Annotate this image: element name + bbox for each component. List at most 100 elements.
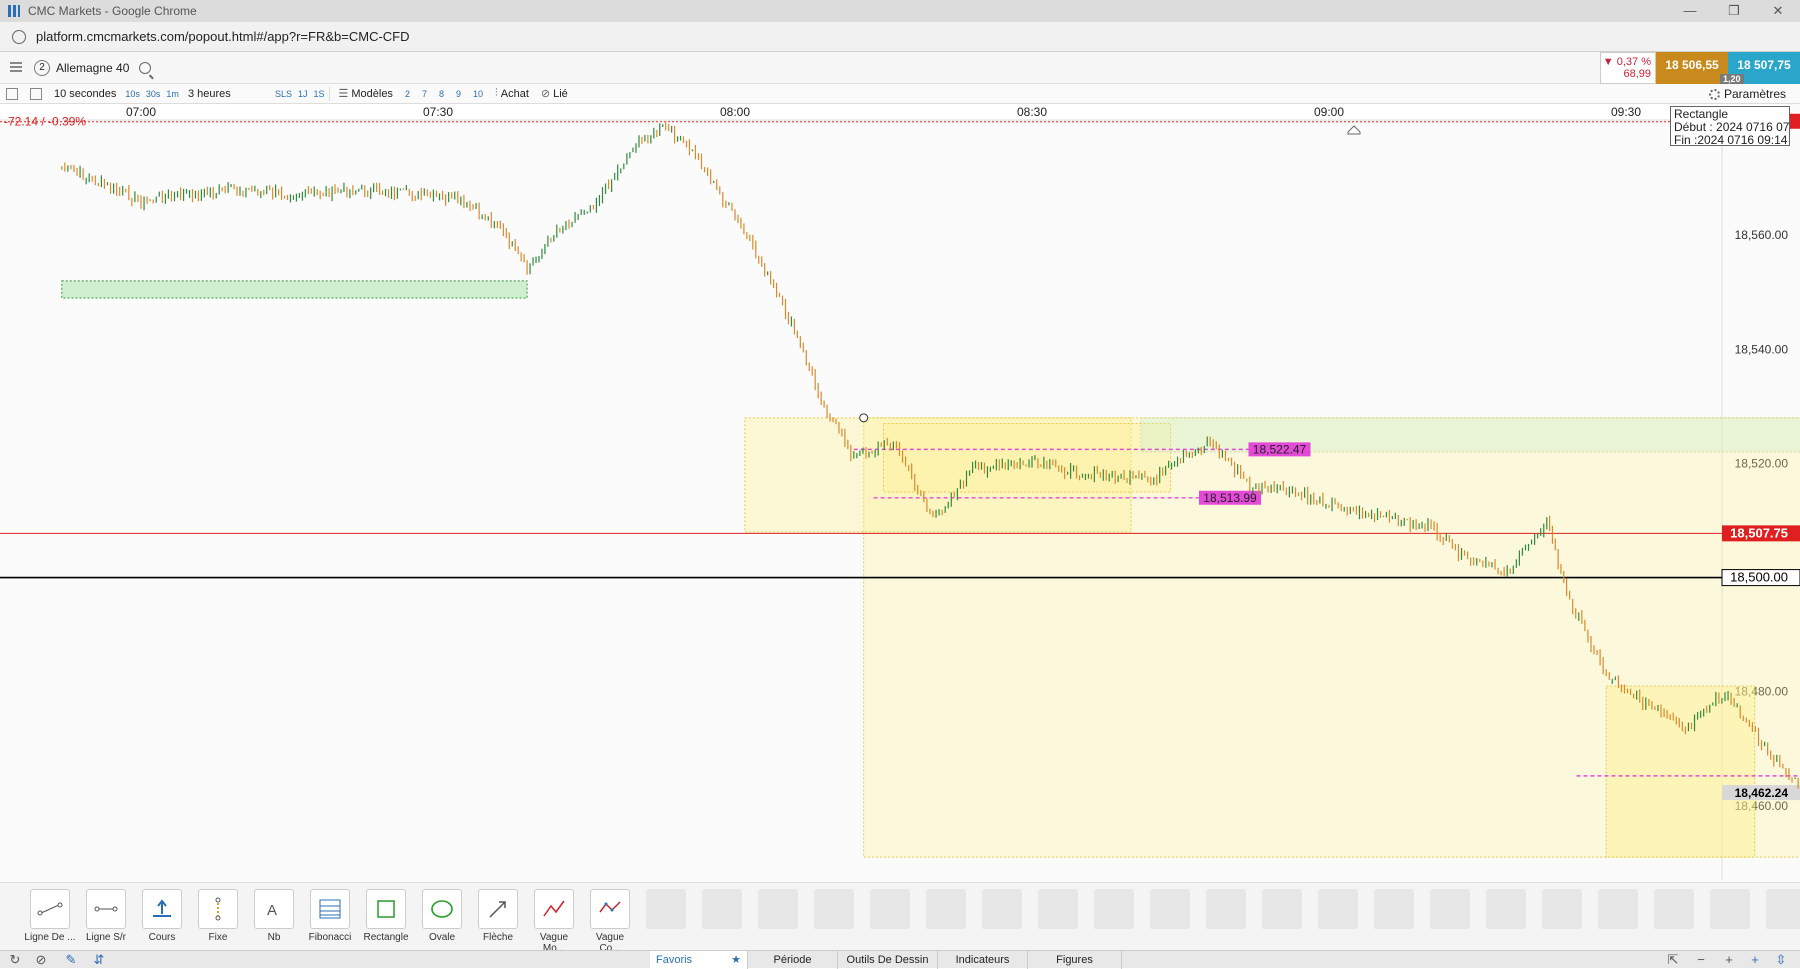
search-icon[interactable]	[139, 62, 152, 74]
close-button[interactable]: ✕	[1756, 0, 1800, 22]
tool-rectangle[interactable]: Rectangle	[360, 889, 412, 943]
zoom-out-icon[interactable]: −	[1694, 953, 1708, 967]
tab-favorites-label: Favoris	[656, 954, 693, 966]
window-title: CMC Markets - Google Chrome	[28, 4, 197, 18]
tool-price-line[interactable]: Cours	[136, 889, 188, 943]
crosshair-icon[interactable]: +	[1748, 953, 1762, 967]
link-label: Lié	[553, 87, 568, 100]
empty-tool-slot[interactable]	[864, 889, 916, 929]
empty-tool-slot[interactable]	[920, 889, 972, 929]
tab-indicators[interactable]: Indicateurs	[938, 951, 1028, 969]
tool-label: Rectangle	[363, 932, 409, 943]
tool-sr-line[interactable]: Ligne S/r	[80, 889, 132, 943]
range-sls[interactable]: SLS	[272, 89, 295, 99]
spread-badge: 1,20	[1720, 74, 1744, 84]
empty-tool-slot[interactable]	[752, 889, 804, 929]
site-settings-icon[interactable]	[12, 29, 26, 44]
price-chart[interactable]: 07:0007:3008:0008:3009:0009:3010:0018,56…	[0, 104, 1800, 882]
clear-icon[interactable]: ⊘	[34, 953, 48, 967]
tool-label: Ligne S/r	[85, 932, 127, 943]
zoom-reset-icon[interactable]: ⇱	[1666, 953, 1680, 967]
tool-oval[interactable]: Ovale	[416, 889, 468, 943]
tab-favorites[interactable]: Favoris ★	[650, 951, 748, 969]
templates-button[interactable]: ☰ Modèles	[332, 84, 398, 104]
zone-rectangle	[1605, 685, 1756, 858]
list-view-button[interactable]	[0, 84, 24, 104]
oval-icon	[422, 889, 462, 929]
template-slot-8[interactable]: 8	[433, 89, 450, 99]
empty-tool-slot[interactable]	[696, 889, 748, 929]
template-slot-7[interactable]: 7	[416, 89, 433, 99]
chart-canvas[interactable]: 07:0007:3008:0008:3009:0009:3010:0018,56…	[0, 104, 1800, 882]
tab-drawing-tools[interactable]: Outils De Dessin	[838, 951, 938, 969]
range-1j[interactable]: 1J	[295, 89, 311, 99]
empty-tool-slot[interactable]	[1592, 889, 1644, 929]
tool-motive-wave[interactable]: Vague Mo...	[528, 889, 580, 954]
empty-slot-box	[758, 889, 798, 929]
pencil-icon[interactable]: ✎	[64, 953, 78, 967]
instrument-name[interactable]: Allemagne 40	[56, 61, 129, 75]
empty-tool-slot[interactable]	[1536, 889, 1588, 929]
range-dropdown[interactable]: 3 heures	[182, 84, 272, 104]
tool-label: Nb	[267, 932, 281, 943]
empty-tool-slot[interactable]	[1648, 889, 1700, 929]
address-bar[interactable]: platform.cmcmarkets.com/popout.html#/app…	[0, 22, 1800, 52]
templates-label: Modèles	[351, 87, 393, 100]
refresh-icon[interactable]: ↻	[8, 953, 22, 967]
tool-label: Fixe	[208, 932, 228, 943]
drawing-mode-icon[interactable]: ⇵	[92, 953, 106, 967]
empty-tool-slot[interactable]	[976, 889, 1028, 929]
interval-1m[interactable]: 1m	[163, 89, 182, 99]
divider	[329, 86, 331, 101]
tool-corrective-wave[interactable]: Vague Co...	[584, 889, 636, 954]
range-1s[interactable]: 1S	[310, 89, 327, 99]
empty-tool-slot[interactable]	[1088, 889, 1140, 929]
zoom-in-icon[interactable]: +	[1722, 953, 1736, 967]
menu-icon[interactable]	[10, 62, 22, 72]
support-zone-rectangle	[61, 280, 528, 299]
empty-slot-box	[1766, 889, 1800, 929]
minimize-button[interactable]: —	[1668, 0, 1712, 22]
layout-button[interactable]	[24, 84, 48, 104]
instrument-selector[interactable]: 2 Allemagne 40	[34, 58, 152, 78]
buy-button[interactable]: 18 507,75 1,20	[1720, 52, 1800, 84]
buy-chart-button[interactable]: ⫶ Achat	[489, 84, 535, 104]
empty-slot-box	[982, 889, 1022, 929]
settings-label: Paramètres	[1723, 87, 1786, 101]
tool-fixed-line[interactable]: Fixe	[192, 889, 244, 943]
empty-tool-slot[interactable]	[640, 889, 692, 929]
tool-trend-line[interactable]: Ligne De ...	[24, 889, 76, 943]
tool-fibonacci[interactable]: Fibonacci	[304, 889, 356, 943]
tool-arrow[interactable]: Flèche	[472, 889, 524, 943]
tab-figures[interactable]: Figures	[1028, 951, 1122, 969]
empty-tool-slot[interactable]	[1144, 889, 1196, 929]
settings-button[interactable]: Paramètres	[1708, 84, 1786, 104]
empty-slot-box	[1710, 889, 1750, 929]
interval-30s[interactable]: 30s	[143, 89, 164, 99]
empty-tool-slot[interactable]	[1480, 889, 1532, 929]
restore-button[interactable]: ❐	[1712, 0, 1756, 22]
empty-tool-slot[interactable]	[1032, 889, 1084, 929]
empty-tool-slot[interactable]	[1424, 889, 1476, 929]
empty-tool-slot[interactable]	[1704, 889, 1756, 929]
url-text[interactable]: platform.cmcmarkets.com/popout.html#/app…	[36, 29, 410, 44]
empty-tool-slot[interactable]	[1312, 889, 1364, 929]
sell-button[interactable]: 18 506,55	[1656, 52, 1728, 84]
svg-text:A: A	[267, 902, 277, 918]
empty-tool-slot[interactable]	[1368, 889, 1420, 929]
empty-tool-slot[interactable]	[808, 889, 860, 929]
empty-tool-slot[interactable]	[1200, 889, 1252, 929]
y-tick-label: 18,560.00	[1735, 228, 1789, 242]
template-slot-10[interactable]: 10	[467, 89, 489, 99]
empty-tool-slot[interactable]	[1760, 889, 1800, 929]
tool-text-note[interactable]: A Nb	[248, 889, 300, 943]
interval-10s[interactable]: 10s	[122, 89, 143, 99]
tab-period[interactable]: Période	[748, 951, 838, 969]
price-change: ▼ 0,37 % 68,99	[1600, 52, 1656, 84]
template-slot-2[interactable]: 2	[399, 89, 416, 99]
template-slot-9[interactable]: 9	[450, 89, 467, 99]
empty-tool-slot[interactable]	[1256, 889, 1308, 929]
interval-dropdown[interactable]: 10 secondes	[48, 84, 122, 104]
link-button[interactable]: ⊘ Lié	[535, 84, 574, 104]
fit-icon[interactable]: ⇳	[1774, 953, 1788, 967]
